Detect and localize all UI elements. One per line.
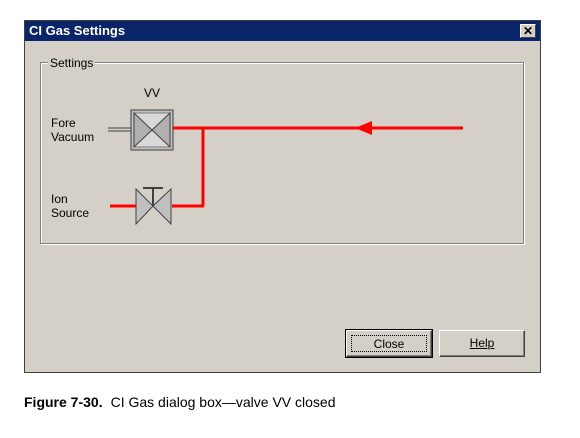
help-button[interactable]: Help: [439, 330, 525, 357]
figure-caption-text: CI Gas dialog box—valve VV closed: [110, 394, 336, 410]
close-button[interactable]: Close: [345, 329, 433, 358]
valve-vv-icon[interactable]: [130, 109, 174, 151]
fore-vacuum-line: [108, 127, 132, 132]
ion-source-valve-icon[interactable]: [135, 187, 172, 226]
gas-flow-diagram: [108, 109, 463, 226]
figure-caption: Figure 7-30. CI Gas dialog box—valve VV c…: [24, 394, 335, 410]
flow-arrow-icon: [355, 121, 372, 135]
figure-number: Figure 7-30.: [24, 394, 103, 410]
